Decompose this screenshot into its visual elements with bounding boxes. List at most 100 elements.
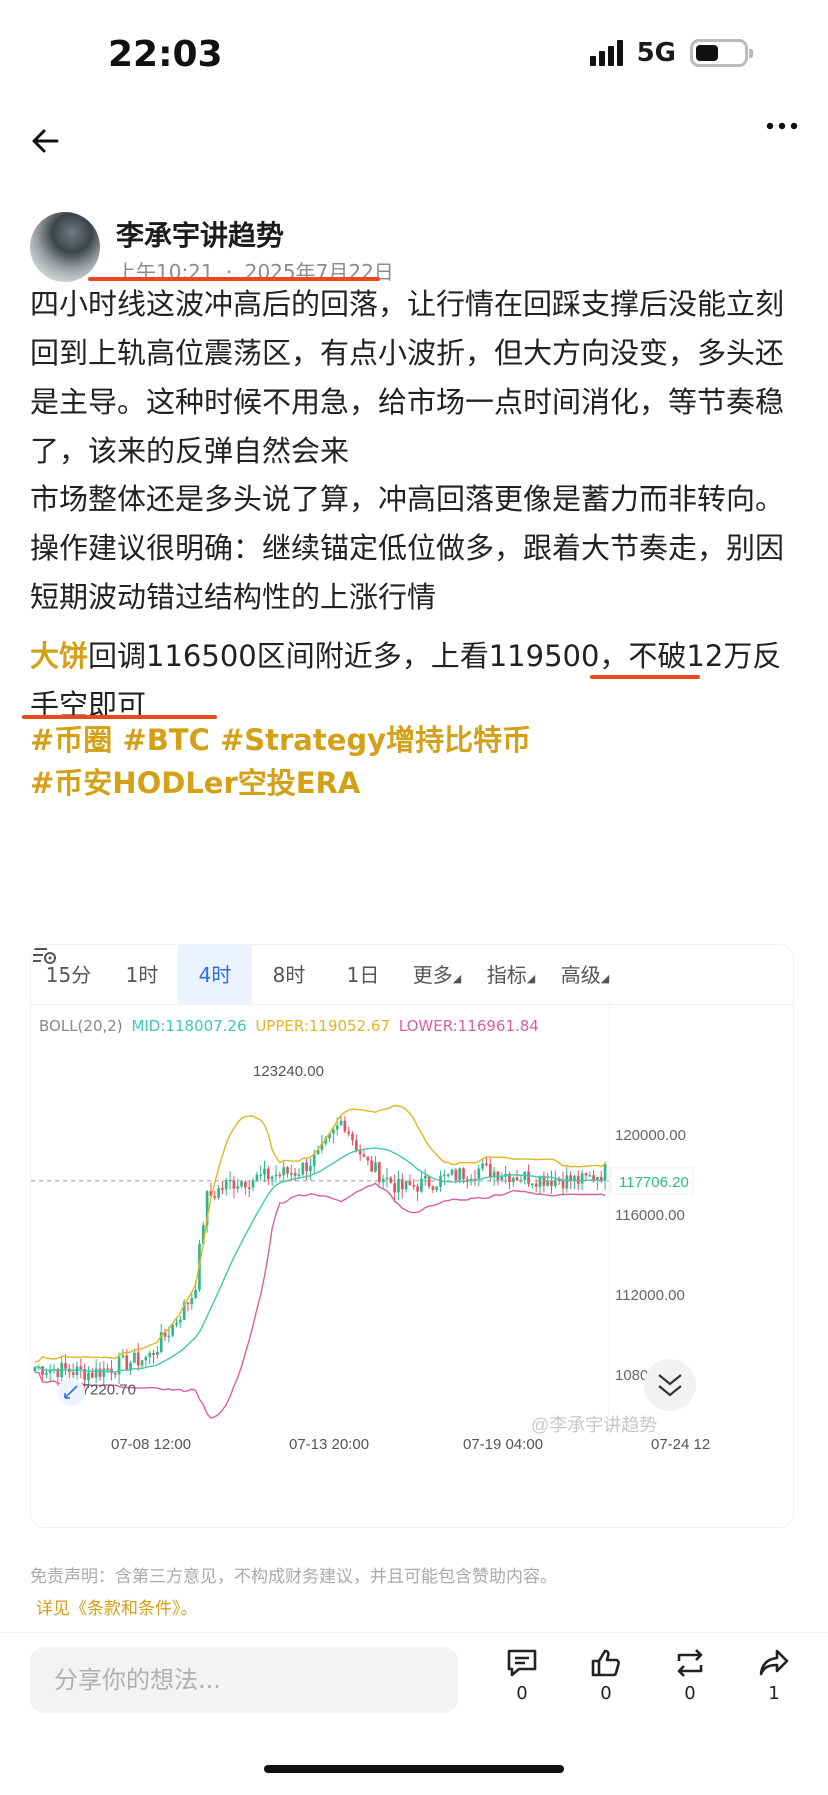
candle-body <box>102 1368 106 1377</box>
avatar[interactable] <box>30 212 100 282</box>
candle-body <box>148 1352 152 1357</box>
share-icon <box>759 1649 789 1676</box>
x-tick-label: 07-19 04:00 <box>463 1436 543 1453</box>
y-tick-label: 116000.00 <box>615 1207 685 1224</box>
candle-body <box>458 1168 462 1181</box>
terms-link[interactable]: 详见《条款和条件》。 <box>36 1594 198 1619</box>
trade-plan-text: 回调116500区间附近多，上看119500，不破12万反手空即可 <box>30 639 782 722</box>
candle-body <box>121 1355 125 1358</box>
price-chart-card: 15分 1时 4时 8时 1日 更多◢ 指标◢ 高级◢ BOLL(20,2) M… <box>30 944 794 1528</box>
candle-body <box>580 1173 584 1184</box>
post-paragraph-2: 市场整体还是多头说了算，冲高回落更像是蓄力而非转向。操作建议很明确：继续锚定低位… <box>30 482 785 614</box>
candle-body <box>297 1174 301 1177</box>
candle-body <box>362 1154 366 1157</box>
like-button[interactable]: 0 <box>576 1647 636 1704</box>
candle-body <box>263 1168 266 1175</box>
candle-body <box>404 1180 408 1190</box>
candle-body <box>584 1173 588 1176</box>
candle-body <box>251 1180 255 1188</box>
high-price-label: 123240.00 <box>253 1063 324 1080</box>
candle-body <box>221 1188 224 1190</box>
hashtag-line-1[interactable]: #币圈 #BTC #Strategy增持比特币 <box>30 716 800 765</box>
y-tick-label: 120000.00 <box>615 1127 686 1144</box>
candle-body <box>194 1289 197 1299</box>
candle-body <box>244 1181 247 1188</box>
thumbs-up-icon <box>591 1649 620 1677</box>
candle-body <box>293 1173 297 1176</box>
candle-body <box>259 1174 263 1177</box>
candle-body <box>454 1169 458 1181</box>
candle-body <box>377 1162 381 1183</box>
more-options-icon[interactable] <box>766 115 798 155</box>
candle-body <box>485 1163 488 1166</box>
candle-body <box>477 1168 481 1179</box>
candle-body <box>335 1125 339 1130</box>
network-label: 5G <box>636 38 676 68</box>
candle-body <box>515 1177 519 1181</box>
candlestick-plot[interactable]: 120000.00116000.00112000.00108000.001177… <box>31 945 794 1528</box>
candle-body <box>527 1171 530 1184</box>
candle-body <box>355 1140 358 1151</box>
candle-body <box>274 1174 278 1177</box>
candle-body <box>140 1360 144 1366</box>
back-arrow-icon[interactable] <box>30 125 60 165</box>
candle-body <box>534 1183 538 1187</box>
candle-body <box>152 1352 155 1355</box>
repost-icon <box>677 1649 703 1677</box>
candle-body <box>427 1175 431 1187</box>
asset-highlight: 大饼 <box>30 639 89 673</box>
candle-body <box>133 1352 136 1363</box>
candle-body <box>167 1335 171 1338</box>
plan-underline-mark-1 <box>590 675 700 679</box>
top-bar <box>0 115 828 175</box>
current-price-label: 117706.20 <box>619 1174 689 1191</box>
candle-body <box>94 1368 98 1378</box>
candle-body <box>171 1324 175 1336</box>
candle-body <box>186 1302 190 1305</box>
comment-input[interactable]: 分享你的想法... <box>30 1647 458 1713</box>
candle-body <box>450 1169 454 1175</box>
candle-body <box>312 1154 316 1166</box>
candle-body <box>603 1164 607 1181</box>
share-count: 1 <box>768 1683 780 1704</box>
candle-body <box>443 1174 446 1177</box>
candle-body <box>129 1362 132 1370</box>
candle-body <box>113 1373 117 1375</box>
candle-body <box>236 1186 240 1189</box>
disclaimer-text: 免责声明：含第三方意见，不构成财务建议，并且可能包含赞助内容。 <box>30 1567 557 1587</box>
repost-button[interactable]: 0 <box>660 1647 720 1704</box>
comment-icon <box>507 1649 537 1677</box>
candle-body <box>255 1174 259 1181</box>
status-indicators: 5G <box>589 38 753 68</box>
candle-body <box>79 1366 83 1369</box>
share-button[interactable]: 1 <box>744 1647 804 1704</box>
candle-body <box>71 1372 75 1375</box>
x-tick-label: 07-13 20:00 <box>289 1436 369 1453</box>
candle-body <box>282 1167 285 1176</box>
x-tick-label: 07-24 12 <box>651 1436 710 1453</box>
candle-body <box>41 1366 44 1375</box>
candle-body <box>446 1174 450 1176</box>
author-name[interactable]: 李承宇讲趋势 <box>116 214 284 254</box>
bottom-action-bar: 分享你的想法... 0 0 0 1 <box>0 1632 828 1742</box>
hashtag-line-2[interactable]: #币安HODLer空投ERA <box>30 759 800 808</box>
status-bar: 22:03 5G <box>0 0 828 110</box>
comment-count: 0 <box>516 1683 528 1704</box>
candle-body <box>420 1178 423 1192</box>
signal-icon <box>589 40 623 66</box>
candle-body <box>351 1133 354 1141</box>
repost-count: 0 <box>684 1683 696 1704</box>
x-tick-label: 07-08 12:00 <box>111 1436 191 1453</box>
candle-body <box>343 1120 347 1132</box>
candle-body <box>144 1356 148 1361</box>
candle-body <box>565 1175 569 1189</box>
candle-body <box>374 1162 377 1172</box>
boll-mid-line <box>34 1147 606 1373</box>
candle-body <box>106 1368 109 1370</box>
candle-body <box>286 1167 289 1174</box>
candle-body <box>462 1168 465 1180</box>
candle-body <box>247 1187 251 1189</box>
candle-body <box>366 1156 370 1161</box>
status-time: 22:03 <box>108 34 223 75</box>
comment-button[interactable]: 0 <box>492 1647 552 1704</box>
